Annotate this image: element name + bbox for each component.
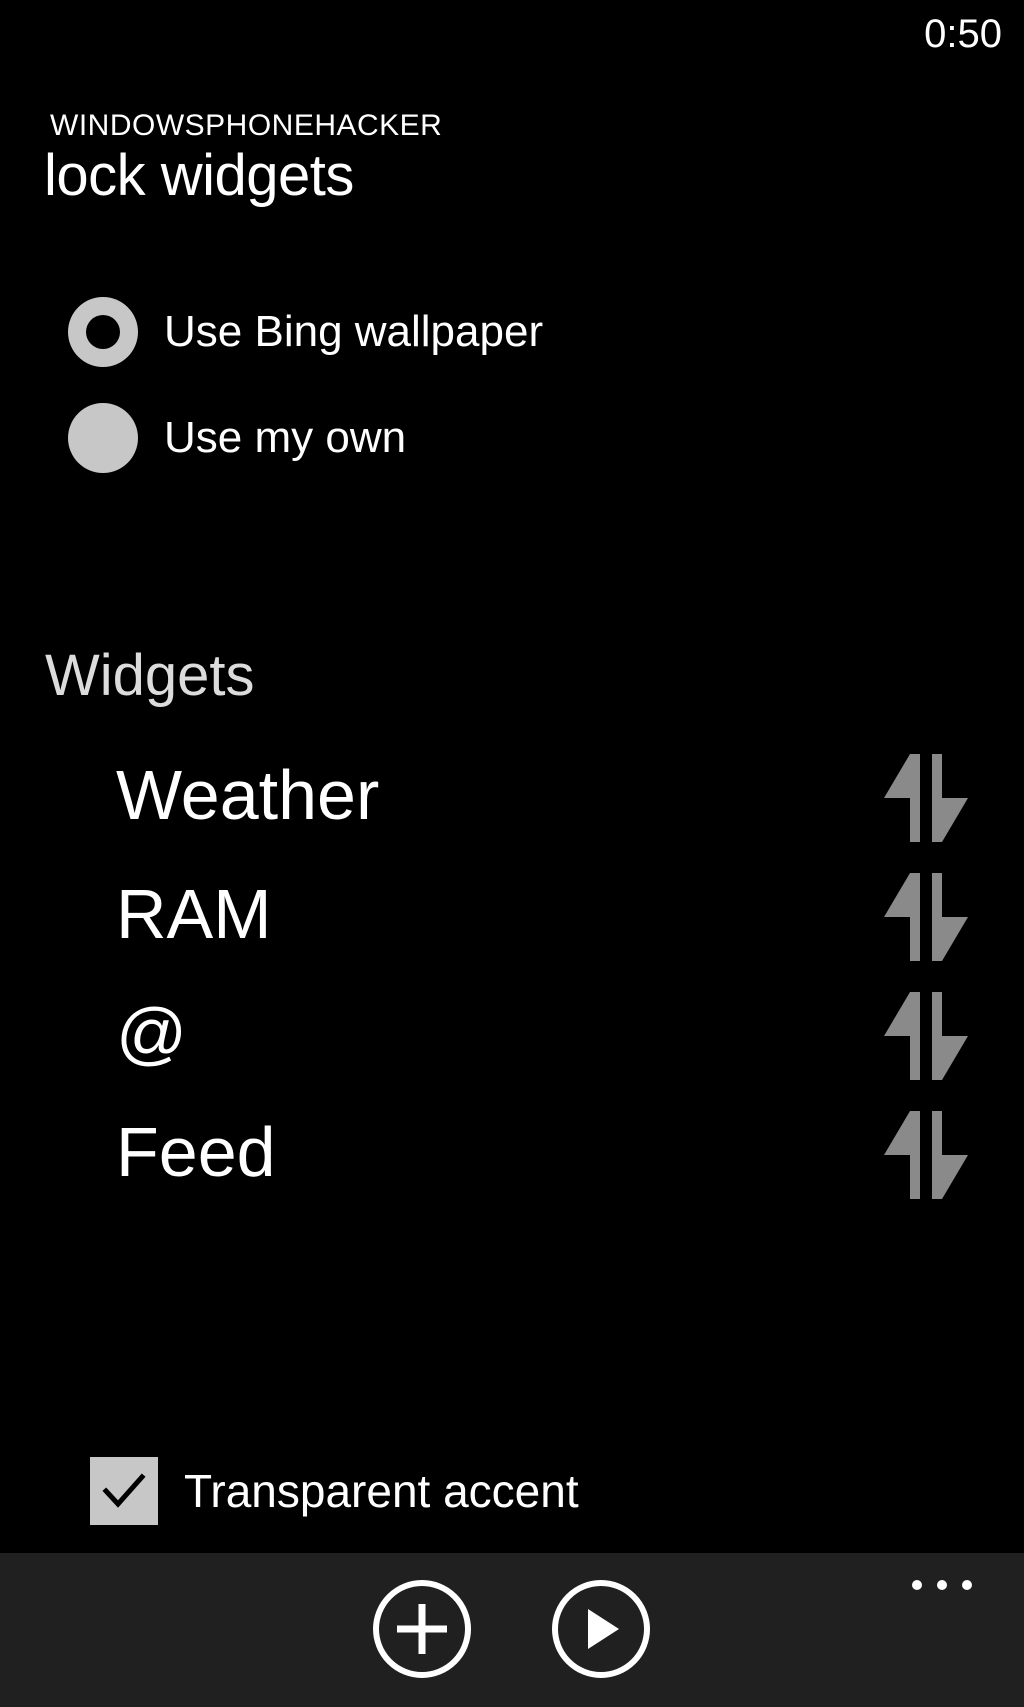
reorder-arrows-icon[interactable] — [884, 754, 968, 842]
radio-option-bing-wallpaper[interactable]: Use Bing wallpaper — [68, 296, 543, 368]
dot — [962, 1580, 972, 1590]
radio-label: Use my own — [164, 413, 407, 462]
widget-row-ram: RAM — [0, 859, 1024, 969]
dot — [912, 1580, 922, 1590]
reorder-arrows-icon[interactable] — [884, 992, 968, 1080]
reorder-arrows-icon[interactable] — [884, 873, 968, 961]
dot — [937, 1580, 947, 1590]
radio-label: Use Bing wallpaper — [164, 307, 544, 356]
ellipsis-icon[interactable] — [912, 1573, 972, 1597]
checkmark-icon — [102, 1473, 146, 1508]
widget-row-weather: Weather — [0, 740, 1024, 850]
radio-unselected-icon[interactable] — [68, 403, 138, 473]
play-button[interactable] — [551, 1579, 651, 1679]
add-icon — [373, 1580, 471, 1678]
play-icon — [552, 1580, 650, 1678]
reorder-arrows-icon[interactable] — [884, 1111, 968, 1199]
add-button[interactable] — [372, 1579, 472, 1679]
widgets-section-header: Widgets — [45, 643, 255, 708]
radio-option-use-my-own[interactable]: Use my own — [68, 402, 406, 474]
app-bar — [0, 1553, 1024, 1707]
widget-row-feed: Feed — [0, 1097, 1024, 1207]
widget-label: RAM — [116, 875, 272, 953]
widget-row-at: @ — [0, 978, 1024, 1088]
checkbox[interactable] — [90, 1457, 158, 1525]
widget-label: Weather — [116, 756, 380, 834]
app-title: WINDOWSPHONEHACKER — [50, 109, 443, 142]
transparent-accent-checkbox-row[interactable]: Transparent accent — [90, 1457, 579, 1525]
widget-label: @ — [116, 994, 188, 1072]
page-title: lock widgets — [44, 143, 354, 208]
checkbox-label: Transparent accent — [184, 1465, 579, 1517]
status-time: 0:50 — [924, 12, 1002, 56]
widget-label: Feed — [116, 1113, 276, 1191]
radio-selected-icon[interactable] — [68, 297, 138, 367]
